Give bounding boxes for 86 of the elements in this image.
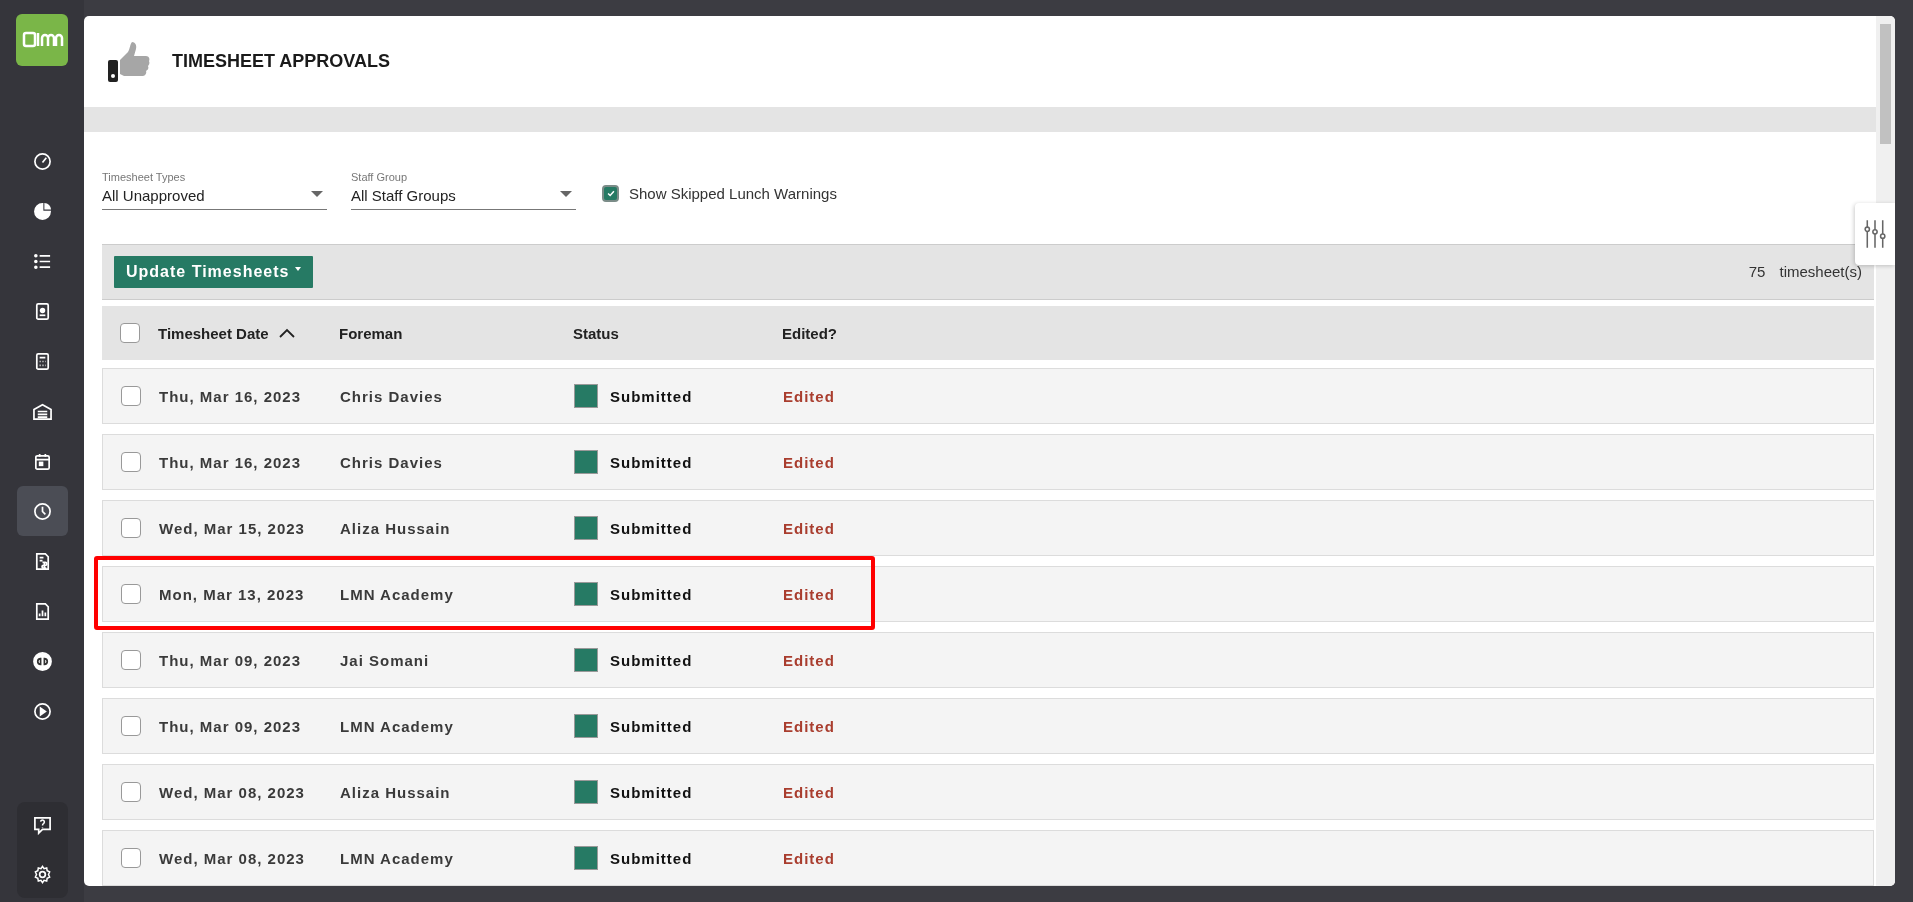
date-cell-text: Thu, Mar 09, 2023 [159, 651, 303, 669]
column-header[interactable]: Status [573, 324, 782, 342]
table-row[interactable]: Mon, Mar 13, 2023 LMN Academy Submitted Edited [102, 566, 1874, 622]
date-cell-text: Wed, Mar 15, 2023 [159, 519, 306, 537]
qb-icon [32, 651, 52, 671]
edited-text: Edited [783, 849, 835, 867]
status-text: Submitted [610, 453, 693, 471]
status-text: Submitted [610, 717, 693, 735]
select-all-checkbox[interactable] [120, 323, 140, 343]
status-text: Submitted [610, 651, 693, 669]
help-icon[interactable] [32, 816, 52, 835]
column-header[interactable]: Edited? [782, 324, 837, 342]
update-timesheets-button[interactable]: Update Timesheets [114, 256, 314, 288]
gauge-icon [32, 151, 52, 171]
timesheet-types-dropdown[interactable]: Timesheet Types All Unapproved [102, 171, 327, 210]
edited-text: Edited [783, 717, 835, 735]
row-checkbox[interactable] [121, 452, 141, 472]
filter-settings-button[interactable] [1855, 203, 1895, 265]
sidebar-item[interactable] [16, 486, 68, 536]
status-text: Submitted [610, 585, 693, 603]
status-text: Submitted [610, 387, 693, 405]
table-row[interactable]: Thu, Mar 16, 2023 Chris Davies Submitted Edited [102, 368, 1874, 424]
row-checkbox[interactable] [121, 782, 141, 802]
table-row[interactable]: Thu, Mar 16, 2023 Chris Davies Submitted Edited [102, 434, 1874, 490]
count-label: timesheet(s) [1779, 263, 1862, 281]
table-row[interactable]: Wed, Mar 08, 2023 LMN Academy Submitted Edited [102, 830, 1874, 886]
pie-chart-icon [32, 201, 52, 221]
edited-text: Edited [783, 387, 835, 405]
status-text: Submitted [610, 783, 693, 801]
timesheet-count: 75 [1748, 263, 1766, 281]
row-checkbox[interactable] [121, 584, 141, 604]
status-text: Submitted [610, 849, 693, 867]
row-checkbox[interactable] [121, 848, 141, 868]
column-header[interactable]: Timesheet Date [158, 324, 269, 342]
foreman-cell-text: LMN Academy [340, 585, 455, 603]
date-cell-text: Thu, Mar 09, 2023 [159, 717, 303, 735]
column-header[interactable]: Foreman [339, 324, 573, 342]
calendar-icon [32, 451, 52, 471]
status-swatch [574, 780, 598, 804]
foreman-cell-text: Chris Davies [340, 387, 444, 405]
checkmark-icon [605, 188, 616, 199]
row-checkbox[interactable] [121, 386, 141, 406]
row-checkbox[interactable] [121, 650, 141, 670]
sort-icon[interactable] [278, 328, 295, 338]
page-title: TIMESHEET APPROVALS [172, 50, 391, 72]
foreman-cell-text: Aliza Hussain [340, 519, 452, 537]
foreman-cell-text: LMN Academy [340, 849, 455, 867]
status-text: Submitted [610, 519, 693, 537]
table-row[interactable]: Thu, Mar 09, 2023 LMN Academy Submitted Edited [102, 698, 1874, 754]
staff-group-dropdown[interactable]: Staff Group All Staff Groups [351, 171, 576, 210]
foreman-cell-text: LMN Academy [340, 717, 455, 735]
logo-icon[interactable] [16, 14, 68, 66]
date-cell-text: Thu, Mar 16, 2023 [159, 387, 303, 405]
foreman-cell-text: Chris Davies [340, 453, 444, 471]
edited-text: Edited [783, 651, 835, 669]
foreman-cell-text: Jai Somani [340, 651, 431, 669]
status-swatch [574, 582, 598, 606]
date-cell-text: Thu, Mar 16, 2023 [159, 453, 303, 471]
list-icon [32, 251, 52, 271]
edited-text: Edited [783, 783, 835, 801]
status-swatch [574, 450, 598, 474]
play-icon [32, 701, 52, 721]
date-cell-text: Wed, Mar 08, 2023 [159, 849, 306, 867]
foreman-cell-text: Aliza Hussain [340, 783, 452, 801]
settings-icon[interactable] [32, 865, 52, 884]
table-row[interactable]: Wed, Mar 08, 2023 Aliza Hussain Submitted Edited [102, 764, 1874, 820]
status-swatch [574, 516, 598, 540]
date-cell-text: Mon, Mar 13, 2023 [159, 585, 306, 603]
edited-text: Edited [783, 519, 835, 537]
row-checkbox[interactable] [121, 518, 141, 538]
garage-icon [32, 401, 52, 421]
row-checkbox[interactable] [121, 716, 141, 736]
checkbox[interactable] [602, 185, 619, 202]
edited-text: Edited [783, 585, 835, 603]
scrollbar[interactable] [1876, 16, 1895, 886]
edited-text: Edited [783, 453, 835, 471]
status-swatch [574, 714, 598, 738]
status-swatch [574, 648, 598, 672]
status-swatch [574, 384, 598, 408]
sliders-icon [1863, 218, 1887, 250]
status-swatch [574, 846, 598, 870]
date-cell-text: Wed, Mar 08, 2023 [159, 783, 306, 801]
table-row[interactable]: Wed, Mar 15, 2023 Aliza Hussain Submitted Edited [102, 500, 1874, 556]
checkbox-label: Show Skipped Lunch Warnings [629, 185, 837, 202]
clock-icon [32, 501, 52, 521]
table-row[interactable]: Thu, Mar 09, 2023 Jai Somani Submitted Edited [102, 632, 1874, 688]
